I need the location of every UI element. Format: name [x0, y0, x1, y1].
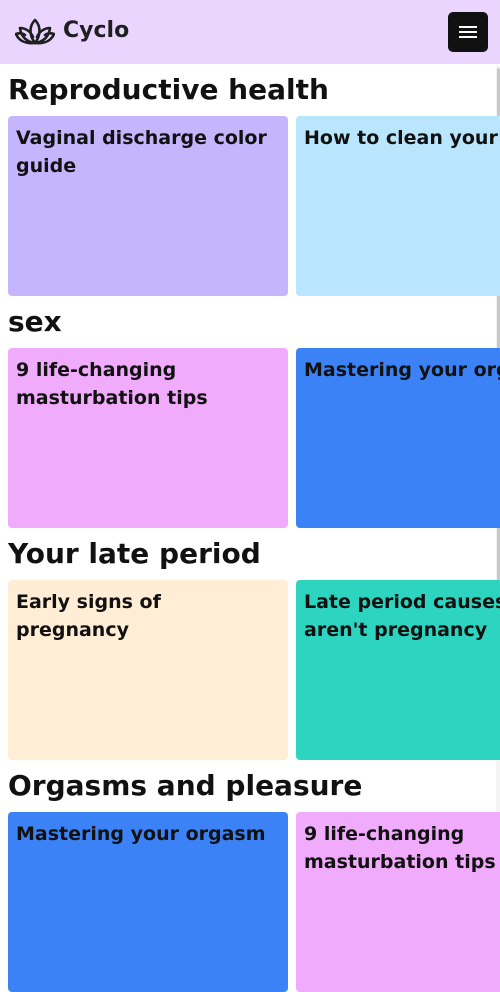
article-card[interactable]: 9 life-changing masturbation tips [8, 348, 288, 528]
lotus-icon[interactable] [15, 17, 55, 47]
article-card[interactable]: 9 life-changing masturbation tips [296, 812, 500, 992]
article-card[interactable]: Early signs of pregnancy [8, 580, 288, 760]
brand-name[interactable]: Cyclo [63, 14, 129, 48]
article-card[interactable]: Mastering your orga [296, 348, 500, 528]
article-card[interactable]: How to clean your va [296, 116, 500, 296]
section-title-orgasms-pleasure: Orgasms and pleasure [8, 769, 363, 802]
article-card[interactable]: Late period causes t aren't pregnancy [296, 580, 500, 760]
card-carousel-reproductive-health[interactable]: Vaginal discharge color guide How to cle… [8, 116, 500, 296]
card-carousel-sex[interactable]: 9 life-changing masturbation tips Master… [8, 348, 500, 528]
card-title: Late period causes t aren't pregnancy [304, 591, 500, 641]
article-card[interactable]: Mastering your orgasm [8, 812, 288, 992]
top-app-bar: Cyclo [0, 0, 500, 64]
section-title-late-period: Your late period [8, 537, 261, 570]
hamburger-menu-icon [459, 26, 477, 28]
section-title-sex: sex [8, 305, 62, 338]
menu-button[interactable] [448, 12, 488, 52]
card-carousel-late-period[interactable]: Early signs of pregnancy Late period cau… [8, 580, 500, 760]
article-card[interactable]: Vaginal discharge color guide [8, 116, 288, 296]
section-title-reproductive-health: Reproductive health [8, 73, 329, 106]
card-carousel-orgasms-pleasure[interactable]: Mastering your orgasm 9 life-changing ma… [8, 812, 500, 992]
